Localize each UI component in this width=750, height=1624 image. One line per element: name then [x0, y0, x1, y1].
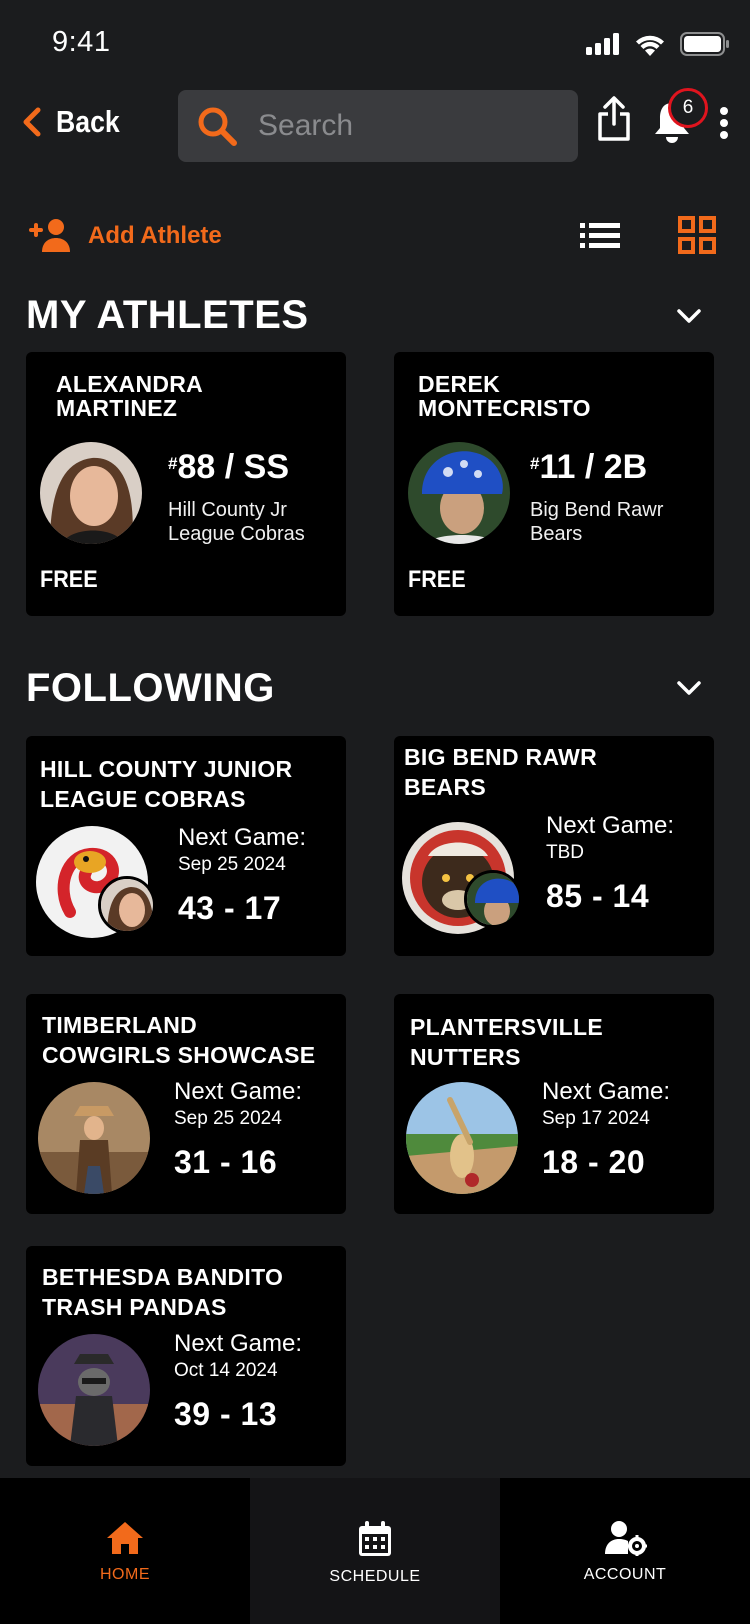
nav-account[interactable]: ACCOUNT [500, 1478, 750, 1624]
grid-view-icon[interactable] [678, 216, 716, 254]
athlete-team: Big Bend Rawr Bears [530, 499, 664, 545]
next-game-date: TBD [546, 842, 584, 863]
athlete-plan-badge: FREE [40, 566, 98, 593]
nav-home-label: HOME [100, 1566, 150, 1583]
athlete-avatar [408, 442, 510, 544]
athlete-card[interactable]: DEREK MONTECRISTO #11 / 2B Big Bend Rawr… [394, 352, 714, 616]
team-logo [406, 1082, 518, 1194]
athlete-team: Hill County Jr League Cobras [168, 499, 305, 545]
next-game-label: Next Game: [174, 1330, 303, 1357]
team-record: 85 - 14 [546, 878, 650, 914]
add-person-icon [29, 219, 70, 252]
team-name: HILL COUNTY JUNIOR LEAGUE COBRAS [40, 756, 293, 812]
athlete-name: ALEXANDRA MARTINEZ [56, 371, 204, 421]
team-logo [38, 1082, 150, 1194]
kebab-icon[interactable] [718, 106, 730, 140]
search-bar[interactable] [178, 90, 578, 162]
team-name: TIMBERLAND COWGIRLS SHOWCASE [42, 1012, 316, 1068]
home-icon [107, 1522, 143, 1554]
team-name: PLANTERSVILLE NUTTERS [410, 1014, 604, 1070]
next-game-date: Oct 14 2024 [174, 1360, 278, 1381]
nav-schedule-label: SCHEDULE [329, 1568, 421, 1585]
nav-schedule[interactable]: SCHEDULE [250, 1478, 500, 1624]
team-logo [38, 1334, 150, 1446]
search-icon [198, 107, 237, 146]
share-icon[interactable] [596, 96, 632, 142]
next-game-date: Sep 25 2024 [178, 854, 286, 875]
athlete-name: DEREK MONTECRISTO [418, 371, 591, 421]
chevron-down-icon[interactable] [676, 680, 702, 696]
next-game-date: Sep 17 2024 [542, 1108, 650, 1129]
nav-home[interactable]: HOME [0, 1478, 250, 1624]
signal-icon [586, 33, 619, 55]
next-game: Next Game: TBD 85 - 14 [546, 812, 674, 915]
calendar-icon [359, 1521, 391, 1556]
next-game-date: Sep 25 2024 [174, 1108, 282, 1129]
list-view-icon[interactable] [580, 222, 620, 250]
back-chevron-icon [23, 107, 41, 137]
team-card[interactable]: HILL COUNTY JUNIOR LEAGUE COBRAS Next Ga… [26, 736, 346, 956]
team-name: BETHESDA BANDITO TRASH PANDAS [42, 1264, 284, 1320]
nav-account-label: ACCOUNT [583, 1566, 667, 1583]
team-card[interactable]: BETHESDA BANDITO TRASH PANDAS Next Game:… [26, 1246, 346, 1466]
status-time: 9:41 [52, 26, 111, 58]
team-card[interactable]: BIG BEND RAWR BEARS Next Game: TBD 85 - … [394, 736, 714, 956]
team-card[interactable]: PLANTERSVILLE NUTTERS Next Game: Sep 17 … [394, 994, 714, 1214]
team-card[interactable]: TIMBERLAND COWGIRLS SHOWCASE Next Game: … [26, 994, 346, 1214]
athlete-avatar [40, 442, 142, 544]
back-label: Back [56, 104, 120, 139]
account-settings-icon [605, 1521, 647, 1556]
next-game: Next Game: Sep 25 2024 43 - 17 [178, 824, 306, 927]
next-game: Next Game: Sep 17 2024 18 - 20 [542, 1078, 670, 1181]
next-game: Next Game: Oct 14 2024 39 - 13 [174, 1330, 302, 1433]
next-game-label: Next Game: [174, 1078, 303, 1105]
team-record: 43 - 17 [178, 890, 282, 926]
athlete-mini-avatar [464, 870, 522, 928]
athlete-jersey: #88 / SS [168, 448, 289, 486]
add-athlete-label: Add Athlete [88, 222, 222, 249]
battery-icon [680, 32, 729, 56]
athlete-mini-avatar [98, 876, 156, 934]
following-title: FOLLOWING [26, 666, 275, 710]
next-game: Next Game: Sep 25 2024 31 - 16 [174, 1078, 302, 1181]
chevron-down-icon[interactable] [676, 308, 702, 324]
next-game-label: Next Game: [546, 812, 675, 839]
notification-badge[interactable]: 6 [668, 88, 708, 128]
status-icons [586, 32, 730, 56]
search-input[interactable] [258, 109, 548, 143]
bottom-nav: HOME SCHEDULE ACCOUNT [0, 1478, 750, 1624]
athlete-plan-badge: FREE [408, 566, 466, 593]
wifi-icon [636, 35, 664, 56]
athlete-jersey: #11 / 2B [530, 448, 648, 486]
my-athletes-title: MY ATHLETES [26, 293, 309, 337]
athlete-card[interactable]: ALEXANDRA MARTINEZ #88 / SS Hill County … [26, 352, 346, 616]
team-record: 39 - 13 [174, 1396, 278, 1432]
next-game-label: Next Game: [178, 824, 307, 851]
next-game-label: Next Game: [542, 1078, 671, 1105]
add-athlete-button[interactable]: Add Athlete [26, 218, 222, 254]
team-name: BIG BEND RAWR BEARS [404, 744, 598, 800]
back-button[interactable]: Back [22, 104, 130, 140]
team-record: 31 - 16 [174, 1144, 278, 1180]
team-record: 18 - 20 [542, 1144, 646, 1180]
